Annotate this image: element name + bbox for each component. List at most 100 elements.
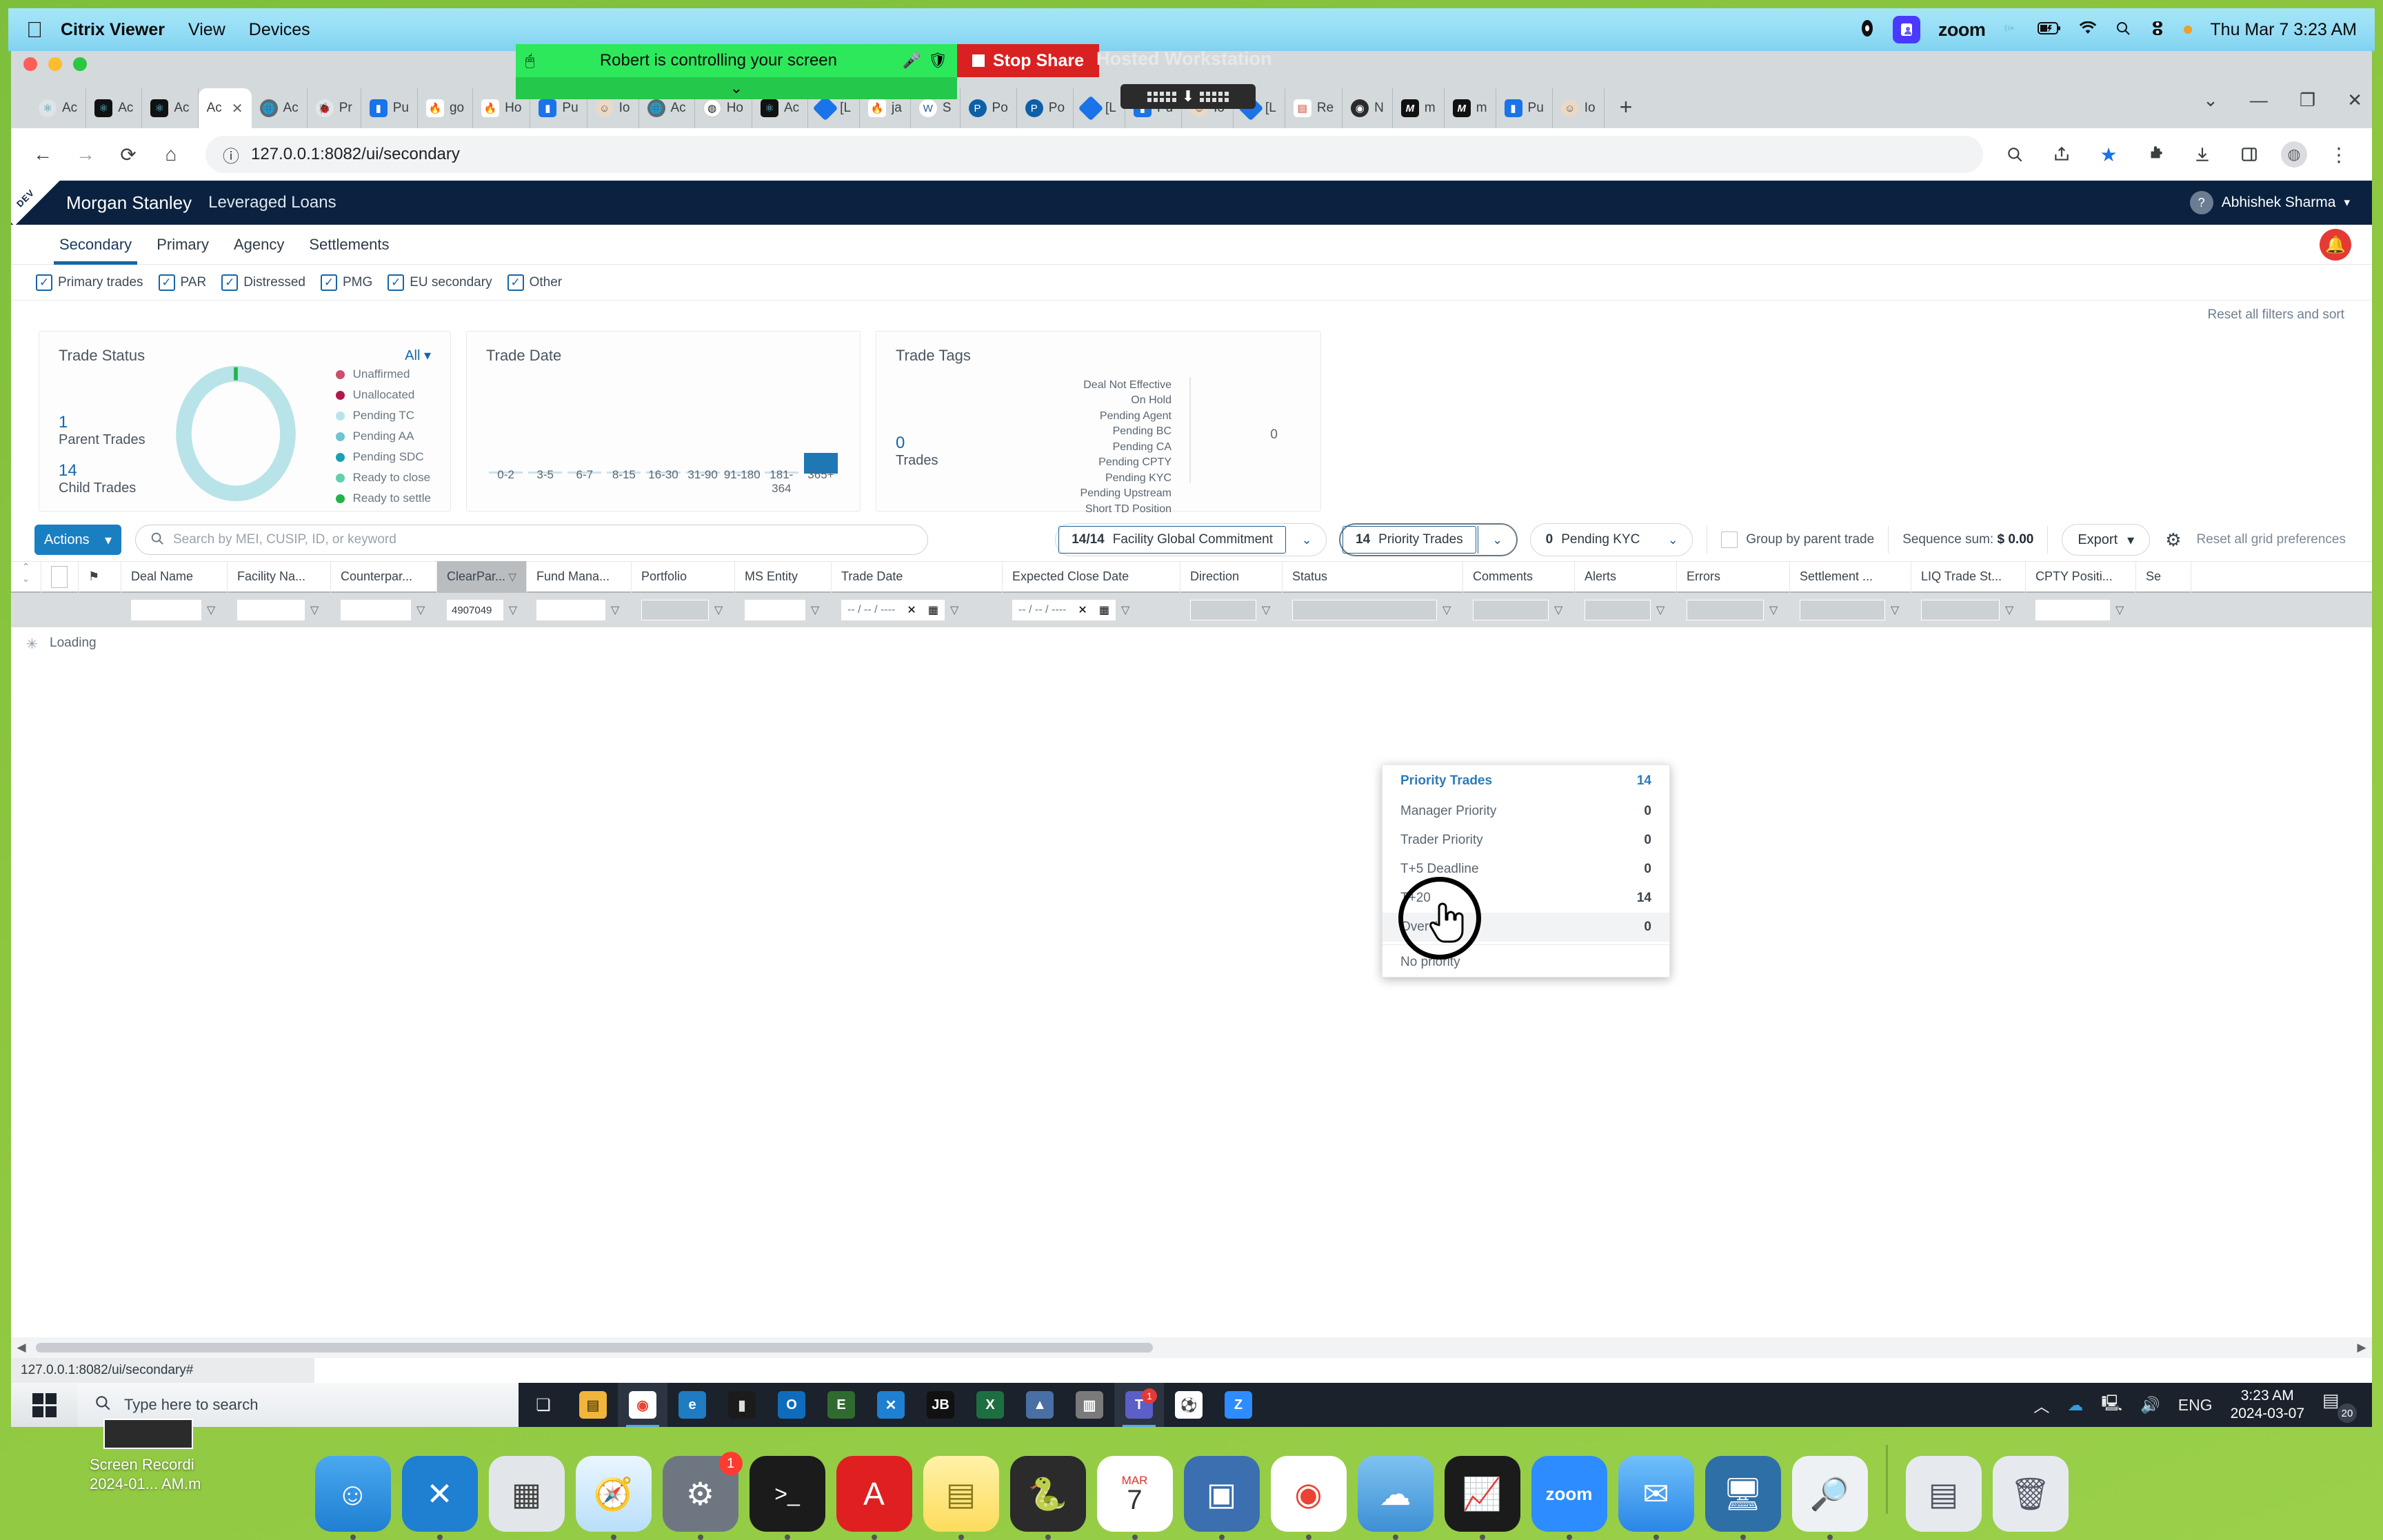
menu-devices[interactable]: Devices [249, 20, 310, 40]
filter-funnel-icon[interactable]: ▽ [1554, 603, 1562, 617]
filter-comments[interactable]: ▽ [1463, 593, 1575, 627]
taskbar-clock[interactable]: 3:23 AM 2024-03-07 [2231, 1387, 2304, 1424]
browser-tab[interactable]: ⚛ Ac [86, 88, 143, 128]
wifi-icon[interactable] [2079, 21, 2097, 39]
filter-funnel-icon[interactable]: ▽ [1442, 603, 1451, 617]
task-view-icon[interactable]: ❏ [519, 1383, 568, 1427]
pycharm-icon[interactable]: 🐍 [1009, 1456, 1086, 1540]
col-ms-entity[interactable]: MS Entity [735, 560, 832, 593]
clear-icon[interactable]: ✕ [907, 603, 916, 617]
apple-menu-icon[interactable]:  [26, 19, 43, 41]
bar-column[interactable] [604, 356, 643, 474]
gear-icon[interactable]: ⚙ [2165, 529, 2181, 551]
scroll-left-arrow-icon[interactable]: ◀ [11, 1341, 32, 1355]
airplay-icon[interactable] [2003, 20, 2020, 40]
col-alerts[interactable]: Alerts [1575, 560, 1677, 593]
filter-funnel-icon[interactable]: ▽ [207, 603, 215, 617]
filter-funnel-icon[interactable]: ▽ [811, 603, 819, 617]
tab-primary[interactable]: Primary [144, 225, 221, 265]
safari-icon[interactable]: 🧭 [575, 1456, 652, 1540]
checkbox-icon[interactable]: ✓ [36, 274, 52, 291]
chevron-up-icon[interactable]: ︿ [2033, 1393, 2049, 1417]
col-direction[interactable]: Direction [1180, 560, 1283, 593]
col-clearpar[interactable]: ClearPar... ▽ [437, 560, 527, 593]
terminal-icon[interactable]: >_ [749, 1456, 825, 1540]
browser-tab[interactable]: ▮ Pu [1496, 88, 1553, 128]
chrome-icon[interactable]: ◉ [618, 1383, 667, 1427]
reload-icon[interactable]: ⟳ [110, 136, 146, 172]
browser-tab[interactable]: ⚛ Ac [142, 88, 199, 128]
browser-tab[interactable]: ▤ Re [1285, 88, 1343, 128]
browser-tab-active[interactable]: Ac ✕ [198, 88, 252, 128]
filter-funnel-icon[interactable]: ▽ [714, 603, 723, 617]
screen-recording-thumbnail[interactable] [103, 1419, 193, 1449]
filter-trade-date[interactable]: -- / -- / ---- ✕ ▦ ▽ [832, 593, 1003, 627]
filter-distressed[interactable]: ✓ Distressed [221, 274, 305, 291]
browser-tab[interactable]: 🔥 go [418, 88, 474, 128]
horizontal-scrollbar[interactable]: ◀ ▶ [11, 1337, 2372, 1358]
filter-ms-entity[interactable]: ▽ [735, 593, 832, 627]
terminal-icon[interactable]: ▮ [717, 1383, 767, 1427]
filter-other[interactable]: ✓ Other [507, 274, 562, 291]
zoom-win-icon[interactable]: Z [1214, 1383, 1263, 1427]
zoom-icon[interactable]: zoom [1531, 1456, 1607, 1540]
tab-secondary[interactable]: Secondary [47, 225, 144, 265]
onedrive-icon[interactable]: ☁ [2067, 1396, 2083, 1415]
documents-stack-icon[interactable]: ▤ [1905, 1456, 1982, 1532]
soccer-icon[interactable]: ⚽ [1164, 1383, 1214, 1427]
reset-grid-preferences-link[interactable]: Reset all grid preferences [2197, 532, 2349, 547]
filter-alerts[interactable]: ▽ [1575, 593, 1677, 627]
vscode-icon[interactable]: ✕ [866, 1383, 916, 1427]
col-status[interactable]: Status [1283, 560, 1463, 593]
action-center-icon[interactable]: ▤ 20 [2322, 1390, 2357, 1423]
close-window-icon[interactable] [23, 57, 37, 71]
display-icon[interactable]: 🖥 [1705, 1456, 1781, 1540]
bar-column[interactable] [683, 356, 723, 474]
flag-icon[interactable]: ⚑ [79, 560, 121, 593]
col-expected-close-date[interactable]: Expected Close Date [1003, 560, 1180, 593]
battery-icon[interactable] [2038, 21, 2061, 39]
back-arrow-icon[interactable]: ← [25, 136, 61, 172]
filter-funnel-icon[interactable]: ▽ [1656, 603, 1665, 617]
jetbrains-icon[interactable]: JB [916, 1383, 965, 1427]
bar-column[interactable] [762, 356, 801, 474]
col-fund-manager[interactable]: Fund Mana... [527, 560, 632, 593]
filter-status[interactable]: ▽ [1283, 593, 1463, 627]
filter-expected-close-date[interactable]: -- / -- / ---- ✕ ▦ ▽ [1003, 593, 1180, 627]
legend-item[interactable]: Unaffirmed [335, 367, 431, 381]
filter-funnel-icon[interactable]: ▽ [611, 603, 619, 617]
browser-tab[interactable]: ☺ Io [1553, 88, 1605, 128]
acrobat-icon[interactable]: A [836, 1456, 912, 1540]
bar-column[interactable] [801, 356, 841, 474]
legend-item[interactable]: Unallocated [335, 388, 431, 402]
browser-tab[interactable]: P Po [961, 88, 1017, 128]
trash-icon[interactable]: 🗑 [1992, 1456, 2069, 1532]
download-icon[interactable] [2187, 136, 2218, 172]
tab-settlements[interactable]: Settlements [296, 225, 401, 265]
pill-priority-trades[interactable]: 14 Priority Trades ⌄ [1339, 523, 1518, 556]
chevron-down-icon[interactable]: ⌄ [1653, 533, 1692, 547]
menu-item-t20[interactable]: T+20 14 [1382, 884, 1669, 913]
col-comments[interactable]: Comments [1463, 560, 1575, 593]
bell-icon[interactable]: 🔔 [2320, 229, 2351, 261]
trade-date-bar-chart[interactable] [486, 356, 841, 474]
reset-all-filters-link[interactable]: Reset all filters and sort [2207, 307, 2344, 323]
notes-icon[interactable]: ▤ [923, 1456, 999, 1540]
legend-item[interactable]: Pending AA [335, 429, 431, 443]
menu-app-name[interactable]: Citrix Viewer [61, 20, 165, 40]
filter-par[interactable]: ✓ PAR [158, 274, 206, 291]
maximize-window-icon[interactable] [73, 57, 87, 71]
zoom-search-icon[interactable] [2000, 136, 2030, 172]
checkbox-icon[interactable] [1721, 531, 1738, 548]
mail-icon[interactable]: ✉ [1618, 1456, 1694, 1540]
sort-control[interactable]: ⌃ ⌄ [11, 560, 41, 593]
menu-item-t5-deadline[interactable]: T+5 Deadline 0 [1382, 855, 1669, 884]
bookmark-star-icon[interactable]: ★ [2093, 136, 2124, 172]
col-cpty-position[interactable]: CPTY Positi... [2026, 560, 2136, 593]
eclipse-icon[interactable]: E [816, 1383, 866, 1427]
bar-column[interactable] [643, 356, 683, 474]
menu-item-no-priority[interactable]: No priority [1382, 948, 1669, 977]
scroll-right-arrow-icon[interactable]: ▶ [2351, 1341, 2372, 1355]
filter-portfolio[interactable]: ▽ [632, 593, 735, 627]
file-explorer-icon[interactable]: ▤ [568, 1383, 618, 1427]
